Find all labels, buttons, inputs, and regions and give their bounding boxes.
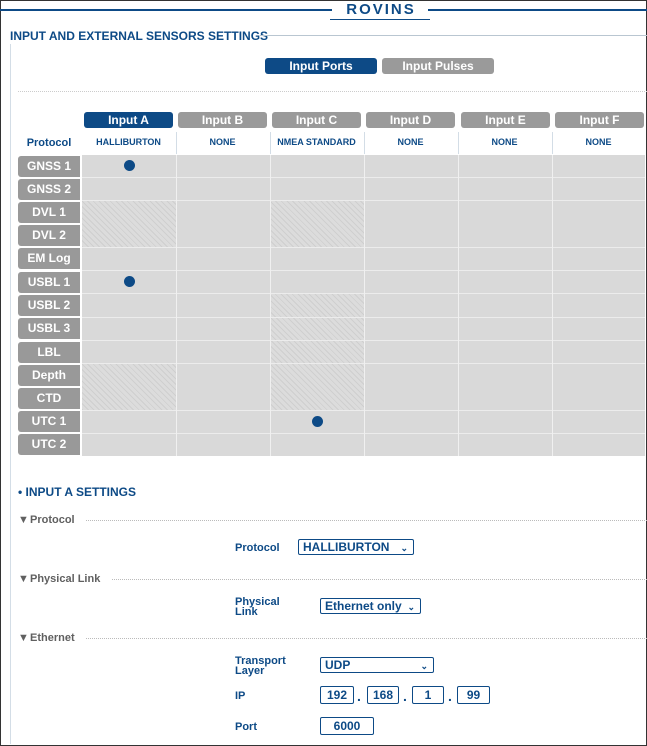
protocol-field-label: Protocol [235,542,280,554]
input-c-protocol: NMEA STANDARD [277,137,356,147]
header-separator [364,132,365,154]
input-f-protocol: NONE [585,137,612,147]
ip-octet-3-input[interactable]: 1 [412,686,444,704]
grid-col-divider [458,155,459,456]
physical-link-group-toggle[interactable]: ▼Physical Link [18,573,100,585]
physical-link-select[interactable]: Ethernet only ⌄ [320,598,421,614]
physical-link-select-value: Ethernet only [325,599,402,613]
input-f-header[interactable]: Input F [555,112,644,128]
protocol-group-toggle[interactable]: ▼Protocol [18,514,75,526]
port-input[interactable]: 6000 [320,717,374,735]
ethernet-group-title: Ethernet [30,632,75,644]
input-e-header[interactable]: Input E [461,112,550,128]
brand-rule-right [428,9,647,11]
input-e-protocol: NONE [491,137,518,147]
chevron-down-icon: ⌄ [407,602,415,612]
ip-separator: . [403,688,407,704]
brand-logo: ROVINS [346,1,416,18]
brand-rule-left [0,9,332,11]
input-a-protocol: HALLIBURTON [96,137,161,147]
input-settings-title: • INPUT A SETTINGS [18,485,136,499]
grid-col-divider [270,155,271,456]
disabled-cell [270,201,364,247]
protocol-group-title: Protocol [30,514,75,526]
triangle-down-icon: ▼ [18,573,29,585]
triangle-down-icon: ▼ [18,632,29,644]
ip-separator: . [357,688,361,704]
physical-link-group-title: Physical Link [30,573,101,585]
header-separator [270,132,271,154]
grid-col-divider [552,155,553,456]
input-d-header[interactable]: Input D [366,112,455,128]
sensor-lbl: LBL [18,342,80,363]
brand-underline [330,19,430,20]
grid-col-divider [364,155,365,456]
physical-link-field-label: Physical Link [235,596,280,618]
protocol-select[interactable]: HALLIBURTON ⌄ [298,539,414,555]
utc-1-input-c-selected[interactable] [312,416,323,427]
sensor-utc-2: UTC 2 [18,434,80,455]
sensor-em-log: EM Log [18,248,80,269]
ip-octet-4-input[interactable]: 99 [457,686,490,704]
header-separator [552,132,553,154]
input-b-header[interactable]: Input B [178,112,267,128]
tab-input-ports[interactable]: Input Ports [265,58,377,74]
sensor-ctd: CTD [18,388,80,409]
transport-layer-label: Transport Layer [235,655,286,677]
ip-separator: . [448,688,452,704]
disabled-cell [82,364,176,410]
input-a-header[interactable]: Input A [84,112,173,128]
input-b-protocol: NONE [209,137,236,147]
disabled-cell [270,294,364,363]
sensor-usbl-1: USBL 1 [18,272,80,293]
disabled-cell [270,364,364,410]
sensor-dvl-1: DVL 1 [18,202,80,223]
section-title-rule [260,35,647,36]
section-title: INPUT AND EXTERNAL SENSORS SETTINGS [10,29,269,43]
chevron-down-icon: ⌄ [420,661,428,671]
triangle-down-icon: ▼ [18,514,29,526]
sensor-gnss-2: GNSS 2 [18,179,80,200]
tab-divider [18,91,647,92]
transport-layer-select[interactable]: UDP ⌄ [320,657,434,673]
transport-layer-value: UDP [325,658,351,672]
sensor-usbl-2: USBL 2 [18,295,80,316]
protocol-select-value: HALLIBURTON [303,540,390,554]
ethernet-group-toggle[interactable]: ▼Ethernet [18,632,75,644]
header-separator [176,132,177,154]
sensor-usbl-3: USBL 3 [18,318,80,339]
input-d-protocol: NONE [397,137,424,147]
ip-octet-1-input[interactable]: 192 [320,686,354,704]
tab-input-pulses[interactable]: Input Pulses [382,58,494,74]
usbl-1-input-a-selected[interactable] [124,276,135,287]
section-left-rule [10,44,11,744]
sensor-depth: Depth [18,365,80,386]
protocol-row-label: Protocol [26,137,72,149]
ip-octet-2-input[interactable]: 168 [367,686,399,704]
grid-col-divider [176,155,177,456]
physical-link-group-rule [112,579,647,580]
ip-label: IP [235,690,246,702]
header-separator [458,132,459,154]
sensor-dvl-2: DVL 2 [18,225,80,246]
gnss-1-input-a-selected[interactable] [124,160,135,171]
ethernet-group-rule [86,638,647,639]
sensor-utc-1: UTC 1 [18,411,80,432]
protocol-group-rule [86,520,647,521]
port-label: Port [235,721,257,733]
chevron-down-icon: ⌄ [400,543,408,553]
sensor-gnss-1: GNSS 1 [18,156,80,177]
input-c-header[interactable]: Input C [272,112,361,128]
disabled-cell [82,201,176,247]
